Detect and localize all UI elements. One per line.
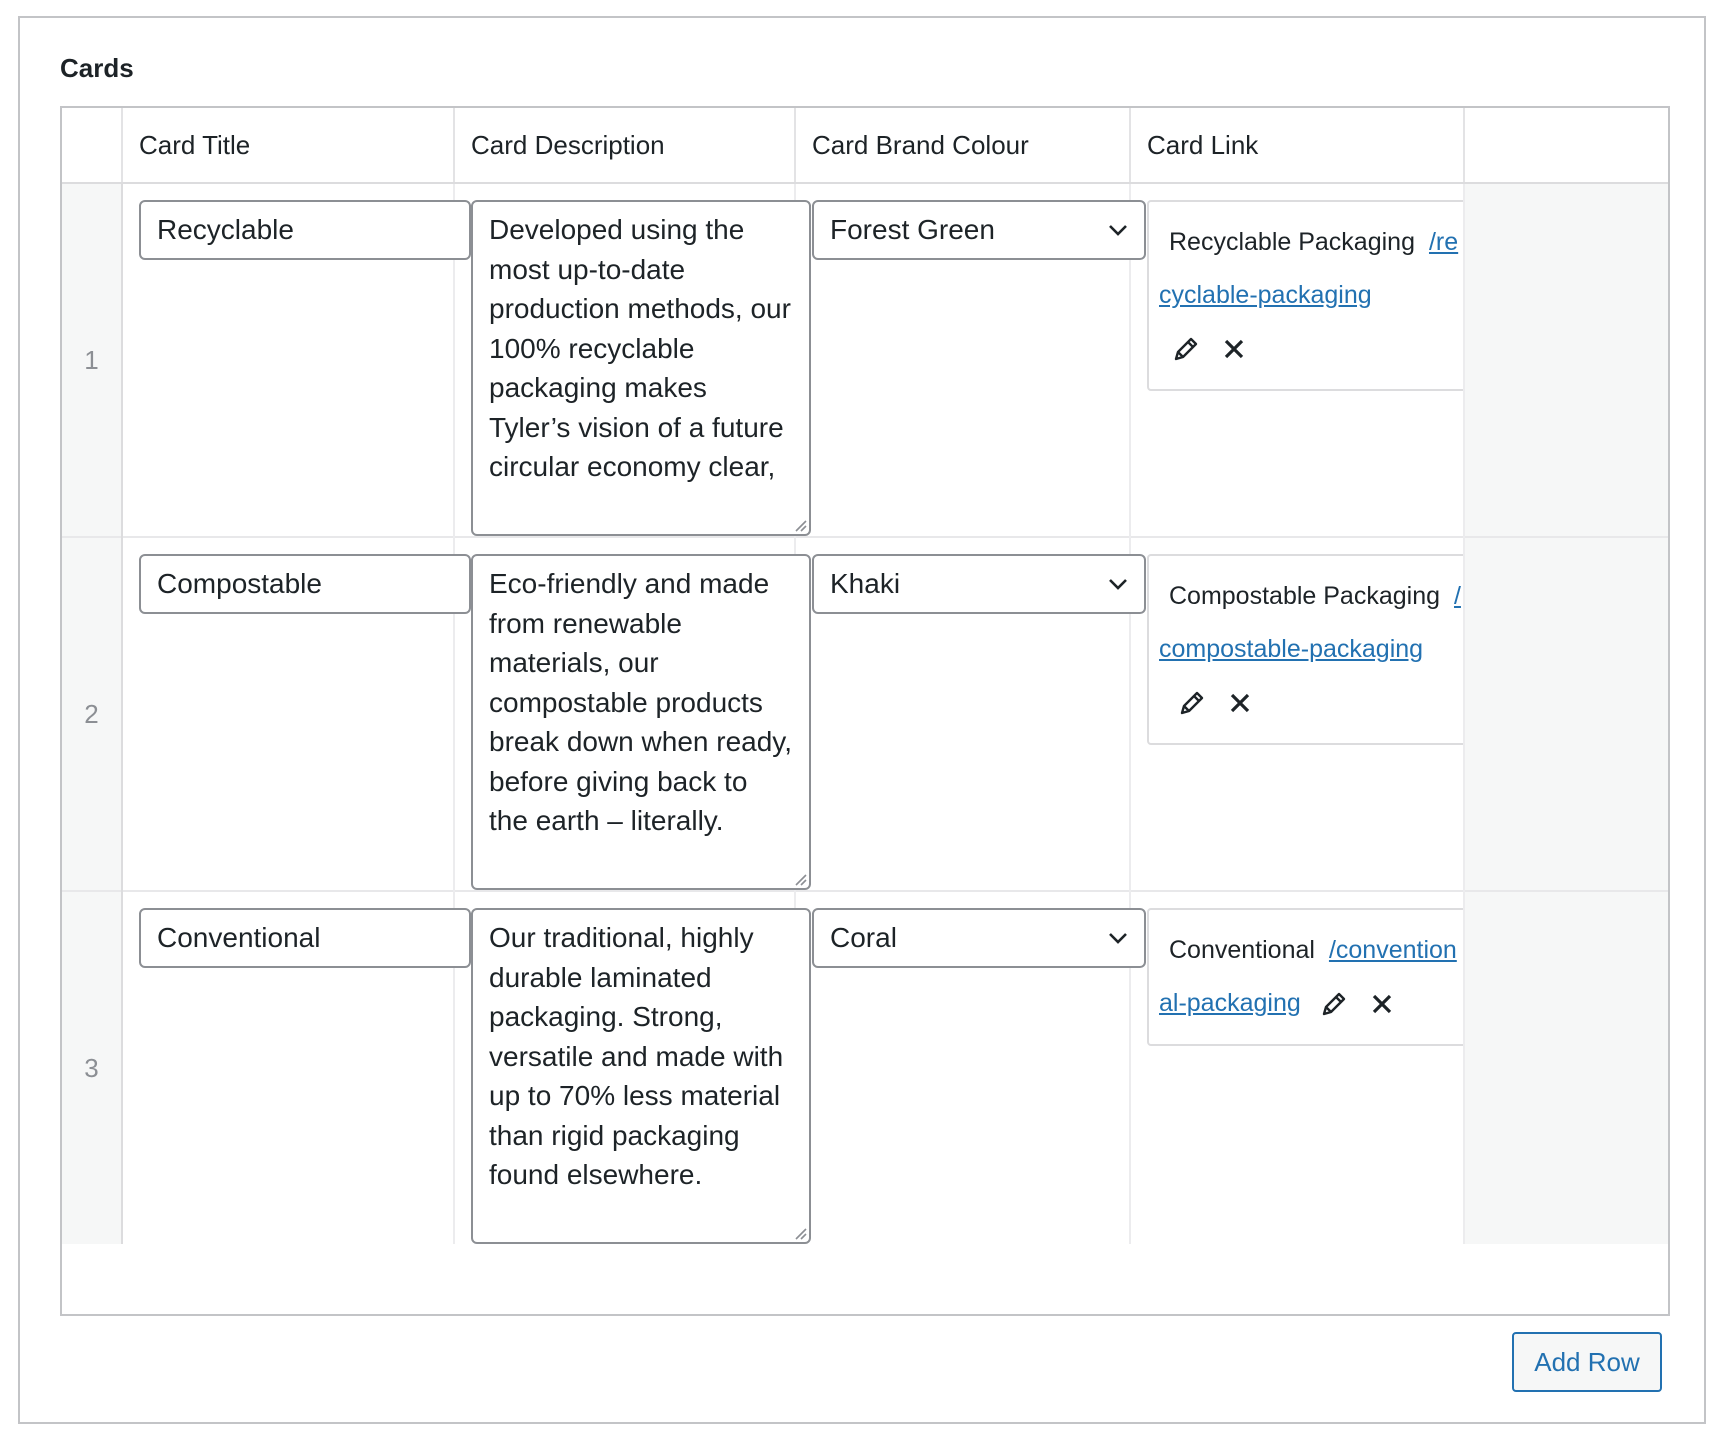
table-header-row: Card Title Card Description Card Brand C… <box>62 108 1668 184</box>
close-icon[interactable] <box>1225 684 1255 714</box>
select-value: Forest Green <box>830 214 995 245</box>
link-cell: Conventional/conventional-packaging <box>1130 890 1479 1244</box>
link-preview: Recyclable Packaging/recyclable-packagin… <box>1147 200 1479 391</box>
pencil-icon[interactable] <box>1319 985 1349 1016</box>
link-title: Recyclable Packaging <box>1169 228 1415 256</box>
order-header <box>62 108 123 184</box>
chevron-down-icon <box>1109 225 1127 236</box>
field-label: Cards <box>60 53 134 83</box>
title-cell <box>122 183 471 537</box>
select-value: Khaki <box>830 568 901 599</box>
title-cell <box>122 890 471 1244</box>
link-title: Conventional <box>1169 936 1315 964</box>
header-card-title: Card Title <box>122 108 455 184</box>
add-row-button[interactable]: Add Row <box>1512 1332 1662 1392</box>
link-preview: Conventional/conventional-packaging <box>1147 908 1479 1046</box>
title-cell <box>122 536 471 891</box>
row-remove-column <box>1463 890 1668 1244</box>
card-description-textarea[interactable]: Developed using the most up-to-date prod… <box>471 200 811 536</box>
resize-handle-icon[interactable] <box>793 872 807 886</box>
description-cell: Developed using the most up-to-date prod… <box>454 183 811 537</box>
row-order-handle[interactable]: 2 <box>62 536 123 891</box>
link-cell: Recyclable Packaging/recyclable-packagin… <box>1130 183 1479 537</box>
remove-header <box>1464 108 1668 184</box>
row-order-handle[interactable]: 1 <box>62 183 123 537</box>
card-brand-colour-select[interactable]: Coral <box>812 908 1146 968</box>
colour-cell: Forest Green <box>795 183 1146 537</box>
colour-cell: Khaki <box>795 536 1146 891</box>
description-cell: Eco-friendly and made from renewable mat… <box>454 536 811 891</box>
header-card-description: Card Description <box>454 108 796 184</box>
table-row: 1 Developed using the most up-to-date pr… <box>62 183 1668 537</box>
chevron-down-icon <box>1109 933 1127 944</box>
table-row: 3 Our traditional, highly durable lamina… <box>62 890 1668 1244</box>
resize-handle-icon[interactable] <box>793 518 807 532</box>
header-card-link: Card Link <box>1130 108 1465 184</box>
card-brand-colour-select[interactable]: Forest Green <box>812 200 1146 260</box>
table-row: 2 Eco-friendly and made from renewable m… <box>62 536 1668 891</box>
row-remove-column <box>1463 183 1668 537</box>
link-title: Compostable Packaging <box>1169 582 1440 610</box>
card-title-input[interactable] <box>139 200 471 260</box>
select-value: Coral <box>830 922 897 953</box>
card-description-textarea[interactable]: Our traditional, highly durable laminate… <box>471 908 811 1244</box>
card-brand-colour-select[interactable]: Khaki <box>812 554 1146 614</box>
link-preview: Compostable Packaging/compostable-packag… <box>1147 554 1479 745</box>
row-remove-column <box>1463 536 1668 891</box>
colour-cell: Coral <box>795 890 1146 1244</box>
pencil-icon[interactable] <box>1177 684 1207 715</box>
cards-repeater-table: Card Title Card Description Card Brand C… <box>60 106 1670 1316</box>
card-title-input[interactable] <box>139 554 471 614</box>
close-icon[interactable] <box>1219 330 1249 360</box>
header-card-brand-colour: Card Brand Colour <box>795 108 1131 184</box>
link-cell: Compostable Packaging/compostable-packag… <box>1130 536 1479 891</box>
row-order-handle[interactable]: 3 <box>62 890 123 1244</box>
resize-handle-icon[interactable] <box>793 1226 807 1240</box>
description-cell: Our traditional, highly durable laminate… <box>454 890 811 1244</box>
card-description-textarea[interactable]: Eco-friendly and made from renewable mat… <box>471 554 811 890</box>
pencil-icon[interactable] <box>1171 330 1201 361</box>
chevron-down-icon <box>1109 579 1127 590</box>
card-title-input[interactable] <box>139 908 471 968</box>
close-icon[interactable] <box>1367 985 1397 1015</box>
